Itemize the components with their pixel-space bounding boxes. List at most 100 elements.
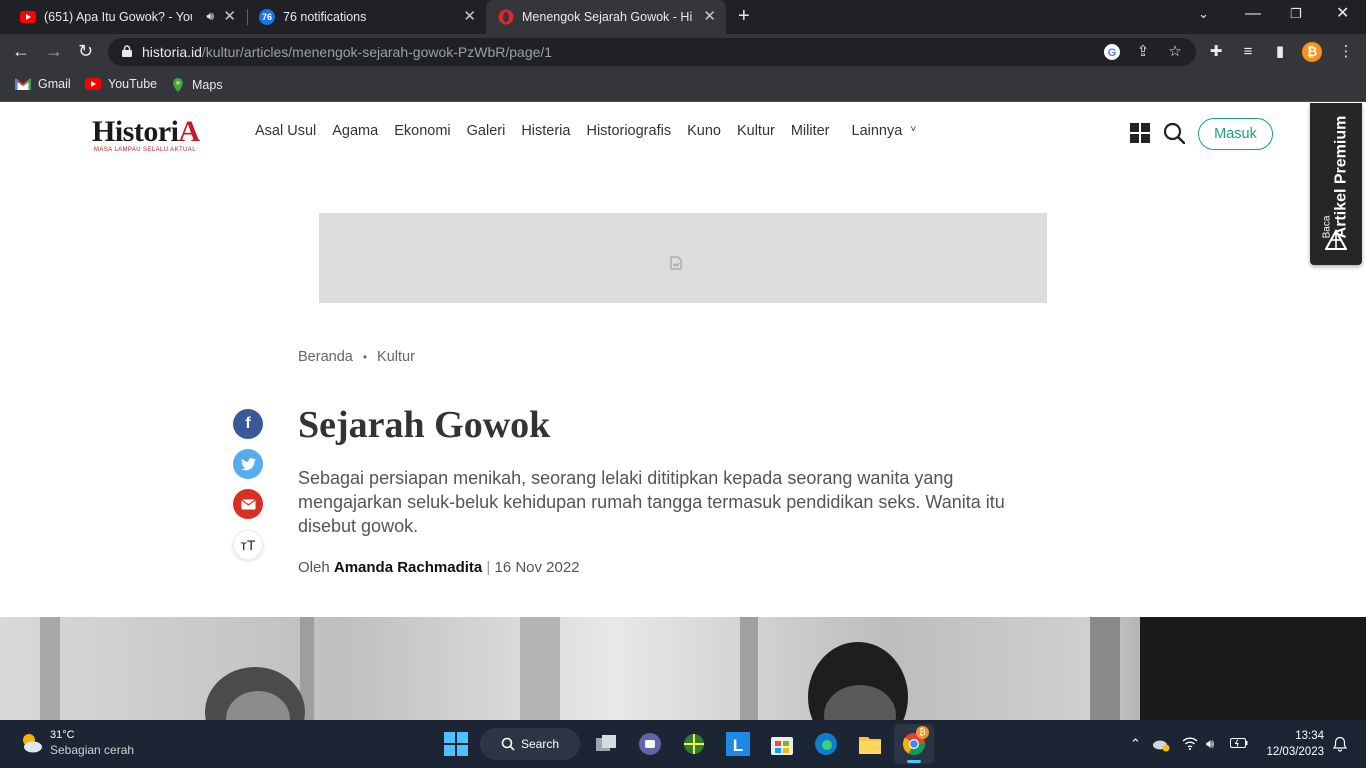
- nav-histeria[interactable]: Histeria: [521, 123, 570, 139]
- bookmark-label: Gmail: [38, 77, 71, 91]
- gmail-icon: [15, 78, 31, 90]
- bookmark-youtube[interactable]: YouTube: [85, 77, 157, 91]
- login-button[interactable]: Masuk: [1198, 118, 1273, 150]
- maps-icon: [173, 78, 183, 92]
- share-icon[interactable]: ⇪: [1134, 43, 1152, 61]
- bookmark-maps[interactable]: Maps: [171, 77, 223, 93]
- font-size-icon: тT: [240, 537, 256, 553]
- taskbar-search-button[interactable]: Search: [480, 728, 580, 760]
- media-control-icon[interactable]: ≡: [1238, 42, 1258, 62]
- font-size-button[interactable]: тT: [233, 530, 263, 560]
- close-tab-icon[interactable]: ✕: [223, 9, 236, 25]
- battery-icon[interactable]: [1230, 737, 1248, 749]
- breadcrumb-category[interactable]: Kultur: [377, 349, 415, 365]
- facebook-icon: f: [245, 415, 251, 432]
- microsoft-store-icon[interactable]: [768, 730, 796, 758]
- active-indicator: [907, 760, 921, 763]
- url-text: historia.id/kultur/articles/menengok-sej…: [142, 44, 552, 60]
- chrome-taskbar-active[interactable]: ₿: [894, 724, 934, 764]
- logo-text-accent: A: [178, 115, 201, 148]
- tab-youtube[interactable]: (651) Apa Itu Gowok? - YouTube 🔊︎ ✕: [8, 0, 246, 34]
- nav-kultur[interactable]: Kultur: [737, 123, 775, 139]
- share-twitter-button[interactable]: [233, 449, 263, 479]
- clock-date: 12/03/2023: [1266, 746, 1324, 758]
- weather-widget[interactable]: 31°C Sebagian cerah: [18, 728, 134, 758]
- article-summary: Sebagai persiapan menikah, seorang lelak…: [298, 468, 1005, 536]
- wifi-icon[interactable]: [1182, 736, 1198, 750]
- edge-icon[interactable]: [812, 730, 840, 758]
- nav-ekonomi[interactable]: Ekonomi: [394, 123, 450, 139]
- restore-icon[interactable]: ❐: [1290, 6, 1302, 22]
- nav-galeri[interactable]: Galeri: [467, 123, 506, 139]
- nav-historiografis[interactable]: Historiografis: [586, 123, 671, 139]
- side-panel-icon[interactable]: ▮: [1270, 42, 1290, 62]
- close-tab-icon[interactable]: ✕: [703, 9, 716, 25]
- article-title: Sejarah Gowok: [298, 404, 551, 446]
- apps-grid-icon[interactable]: [1130, 123, 1150, 143]
- notification-center-icon[interactable]: [1332, 736, 1348, 752]
- article-hero-photo: [0, 617, 1366, 720]
- nav-kuno[interactable]: Kuno: [687, 123, 721, 139]
- web-page: HistoriA MASA LAMPAU SELALU AKTUAL Asal …: [0, 103, 1366, 720]
- premium-small-text: Baca: [1321, 215, 1333, 239]
- menu-kebab-icon[interactable]: ⋮: [1336, 42, 1356, 62]
- svg-text:L: L: [733, 736, 743, 755]
- youtube-icon: [85, 78, 101, 90]
- bitcoin-extension-icon[interactable]: ₿: [1302, 42, 1322, 62]
- author-link[interactable]: Amanda Rachmadita: [334, 559, 482, 576]
- nav-more-dropdown[interactable]: Lainnya ˅: [852, 123, 917, 139]
- nav-asal-usul[interactable]: Asal Usul: [255, 123, 316, 139]
- chevron-down-icon: ˅: [910, 123, 917, 135]
- premium-big-text: Artikel Premium: [1332, 115, 1350, 239]
- bookmarks-bar: Gmail YouTube Maps: [0, 70, 1366, 102]
- minimize-icon[interactable]: —: [1245, 6, 1261, 22]
- nav-agama[interactable]: Agama: [332, 123, 378, 139]
- google-icon[interactable]: G: [1103, 43, 1121, 61]
- breadcrumb-home[interactable]: Beranda: [298, 349, 353, 365]
- teams-chat-icon[interactable]: [636, 730, 664, 758]
- twitter-icon: [240, 457, 256, 470]
- ad-banner[interactable]: [319, 213, 1047, 303]
- address-bar[interactable]: historia.id/kultur/articles/menengok-sej…: [108, 38, 1196, 66]
- file-explorer-icon[interactable]: [856, 730, 884, 758]
- nav-militer[interactable]: Militer: [791, 123, 830, 139]
- audio-icon[interactable]: 🔊︎: [206, 9, 214, 24]
- close-tab-icon[interactable]: ✕: [463, 9, 476, 25]
- bookmark-gmail[interactable]: Gmail: [15, 77, 71, 91]
- opera-icon: [498, 9, 514, 25]
- new-tab-icon[interactable]: +: [738, 6, 750, 26]
- windows-start-icon[interactable]: [442, 730, 470, 758]
- network-app-icon[interactable]: [680, 730, 708, 758]
- broken-image-icon: [670, 256, 682, 270]
- close-window-icon[interactable]: ✕: [1336, 6, 1349, 22]
- share-email-button[interactable]: [233, 489, 263, 519]
- l-app-icon[interactable]: L: [724, 730, 752, 758]
- extensions-icon[interactable]: ✚: [1206, 42, 1226, 62]
- logo-wordmark: HistoriA: [92, 117, 200, 147]
- tab-search-icon[interactable]: ⌄: [1198, 6, 1209, 22]
- tab-historia[interactable]: Menengok Sejarah Gowok - Historia ✕: [486, 0, 726, 34]
- tab-notifications[interactable]: 76 76 notifications ✕: [248, 0, 486, 34]
- share-facebook-button[interactable]: f: [233, 409, 263, 439]
- logo-text: Histori: [92, 115, 179, 148]
- back-icon[interactable]: ←: [12, 41, 30, 61]
- logo-tagline: MASA LAMPAU SELALU AKTUAL: [94, 147, 196, 153]
- volume-icon[interactable]: 🔊︎: [1206, 736, 1214, 752]
- article-byline: Oleh Amanda Rachmadita | 16 Nov 2022: [298, 559, 580, 576]
- clock-time: 13:34: [1295, 730, 1324, 742]
- lock-icon: [122, 45, 132, 57]
- system-clock[interactable]: 13:34 12/03/2023: [1258, 728, 1324, 760]
- search-icon[interactable]: [1163, 122, 1185, 144]
- tray-overflow-icon[interactable]: ⌃: [1130, 736, 1141, 752]
- premium-diamond-icon: [1325, 229, 1347, 250]
- search-icon: [501, 737, 515, 751]
- reload-icon[interactable]: ↻: [78, 41, 93, 61]
- bitcoin-badge-icon: ₿: [916, 726, 929, 739]
- breadcrumb-separator: •: [362, 350, 368, 364]
- bookmark-star-icon[interactable]: ☆: [1166, 43, 1184, 61]
- forward-icon[interactable]: →: [45, 41, 63, 61]
- task-view-icon[interactable]: [592, 730, 620, 758]
- site-logo[interactable]: HistoriA MASA LAMPAU SELALU AKTUAL: [92, 117, 214, 154]
- premium-article-tab[interactable]: Baca Artikel Premium: [1310, 103, 1362, 265]
- onedrive-warning-icon[interactable]: [1152, 736, 1170, 752]
